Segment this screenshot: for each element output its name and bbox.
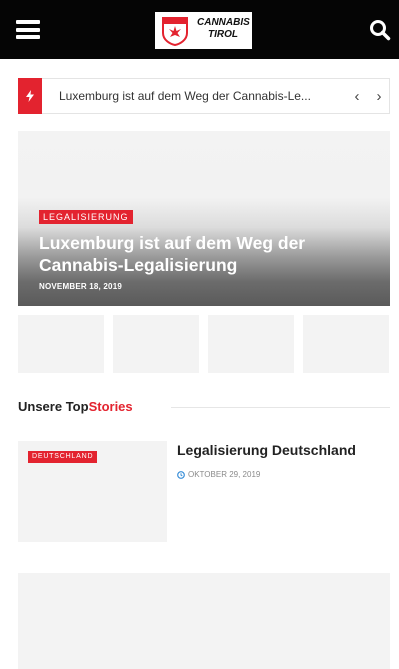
- clock-icon: [177, 470, 185, 479]
- news-ticker: Luxemburg ist auf dem Weg der Cannabis-L…: [18, 78, 390, 114]
- story-meta: OKTOBER 29, 2019: [177, 470, 260, 479]
- story-image[interactable]: DEUTSCHLAND: [18, 441, 167, 542]
- ticker-next-button[interactable]: ›: [368, 79, 390, 113]
- logo-line-2: TIROL: [208, 29, 238, 40]
- section-heading: Unsere TopStories: [18, 399, 133, 414]
- story-title-link[interactable]: Legalisierung Deutschland: [177, 442, 356, 458]
- ticker-prev-button[interactable]: ‹: [346, 79, 368, 113]
- story-date: OKTOBER 29, 2019: [188, 470, 261, 479]
- hero-title-link[interactable]: Luxemburg ist auf dem Weg der Cannabis-L…: [39, 232, 369, 276]
- site-logo[interactable]: CANNABIS TIROL: [155, 12, 252, 49]
- thumbnail-card[interactable]: [113, 315, 199, 373]
- thumbnail-card[interactable]: [208, 315, 294, 373]
- top-navigation-bar: CANNABIS TIROL: [0, 0, 399, 59]
- logo-wordmark: CANNABIS TIROL: [197, 17, 250, 41]
- hero-date: NOVEMBER 18, 2019: [39, 282, 122, 291]
- hamburger-menu-icon[interactable]: [16, 20, 40, 39]
- shield-logo-icon: [162, 17, 188, 46]
- lightning-icon: [18, 78, 42, 114]
- section-heading-accent: Stories: [88, 399, 133, 414]
- hero-category-badge[interactable]: LEGALISIERUNG: [39, 210, 133, 224]
- article-card-placeholder[interactable]: [18, 573, 390, 669]
- story-category-badge[interactable]: DEUTSCHLAND: [28, 451, 98, 463]
- search-icon[interactable]: [369, 19, 391, 41]
- logo-line-1: CANNABIS: [197, 17, 250, 28]
- section-divider: [171, 407, 390, 408]
- thumbnail-card[interactable]: [303, 315, 389, 373]
- ticker-headline-link[interactable]: Luxemburg ist auf dem Weg der Cannabis-L…: [59, 89, 311, 103]
- thumbnail-card[interactable]: [18, 315, 104, 373]
- hero-article[interactable]: LEGALISIERUNG Luxemburg ist auf dem Weg …: [18, 131, 390, 306]
- section-heading-prefix: Unsere Top: [18, 399, 89, 414]
